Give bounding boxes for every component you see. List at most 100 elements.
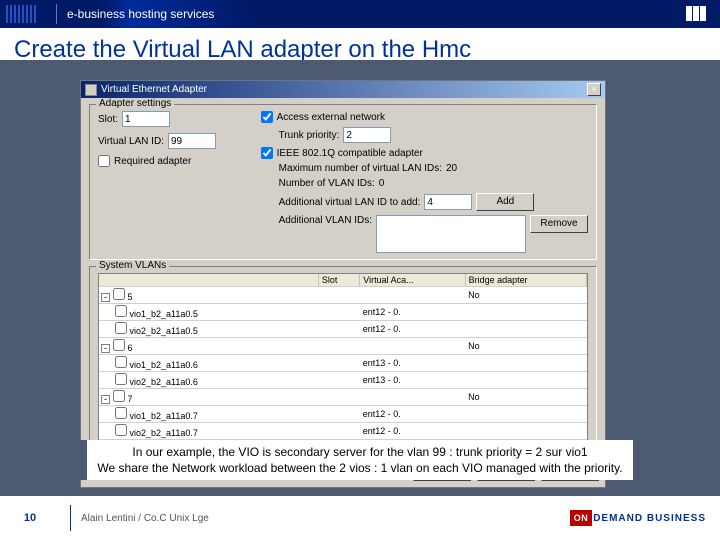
table-row[interactable]: vio1_b2_a11a0.6 ent13 - 0. xyxy=(99,355,587,372)
dialog-titlebar[interactable]: Virtual Ethernet Adapter × xyxy=(81,81,605,98)
ibm-logo xyxy=(686,6,706,21)
table-row[interactable]: vio1_b2_a11a0.5 ent12 - 0. xyxy=(99,304,587,321)
tree-toggle-icon[interactable]: - xyxy=(101,293,110,302)
cell-bridge xyxy=(465,423,586,440)
col-bridge[interactable]: Bridge adapter xyxy=(465,274,586,287)
banner-tagline: e-business hosting services xyxy=(67,7,214,21)
row-label: vio2_b2_a11a0.7 xyxy=(127,428,198,438)
business-badge: DEMAND BUSINESS xyxy=(593,513,706,524)
row-checkbox[interactable] xyxy=(115,322,127,334)
cell-vaca: ent13 - 0. xyxy=(360,372,465,389)
row-checkbox[interactable] xyxy=(113,288,125,300)
cell-slot xyxy=(318,338,359,355)
cell-slot xyxy=(318,304,359,321)
row-label: vio2_b2_a11a0.6 xyxy=(127,377,198,387)
cell-slot xyxy=(318,372,359,389)
footer-author: Alain Lentini / Co.C Unix Lge xyxy=(81,513,209,524)
row-checkbox[interactable] xyxy=(113,339,125,351)
add-vlan-label: Additional virtual LAN ID to add: xyxy=(279,197,421,208)
adapter-settings-label: Adapter settings xyxy=(96,98,174,109)
trunk-input[interactable] xyxy=(343,127,391,143)
remove-button[interactable]: Remove xyxy=(530,215,588,233)
system-vlans-group: System VLANs Slot Virtual Aca... Bridge … xyxy=(89,266,597,448)
row-checkbox[interactable] xyxy=(115,305,127,317)
system-vlans-table[interactable]: Slot Virtual Aca... Bridge adapter - 5 No… xyxy=(98,273,588,441)
table-row[interactable]: vio1_b2_a11a0.7 ent12 - 0. xyxy=(99,406,587,423)
row-label: 5 xyxy=(125,292,133,302)
cell-bridge xyxy=(465,355,586,372)
dialog-title-text: Virtual Ethernet Adapter xyxy=(101,84,207,95)
table-row[interactable]: vio2_b2_a11a0.5 ent12 - 0. xyxy=(99,321,587,338)
slide-banner: e-business hosting services xyxy=(0,0,720,28)
required-label: Required adapter xyxy=(114,156,191,167)
cell-vaca: ent12 - 0. xyxy=(360,304,465,321)
vlan-id-input[interactable] xyxy=(168,133,216,149)
add-button[interactable]: Add xyxy=(476,193,534,211)
cell-vaca xyxy=(360,389,465,406)
col-slot[interactable]: Slot xyxy=(318,274,359,287)
vea-dialog: Virtual Ethernet Adapter × Adapter setti… xyxy=(80,80,606,488)
row-label: vio2_b2_a11a0.5 xyxy=(127,326,198,336)
vlan-id-label: Virtual LAN ID: xyxy=(98,136,164,147)
cell-vaca: ent12 - 0. xyxy=(360,423,465,440)
add-vlan-input[interactable] xyxy=(424,194,472,210)
slide-caption: In our example, the VIO is secondary ser… xyxy=(0,440,720,480)
cell-bridge: No xyxy=(465,389,586,406)
table-row[interactable]: vio2_b2_a11a0.6 ent13 - 0. xyxy=(99,372,587,389)
table-row[interactable]: - 7 No xyxy=(99,389,587,406)
cell-bridge xyxy=(465,321,586,338)
row-label: vio1_b2_a11a0.5 xyxy=(127,309,198,319)
cell-bridge: No xyxy=(465,287,586,304)
table-row[interactable]: - 6 No xyxy=(99,338,587,355)
row-checkbox[interactable] xyxy=(115,407,127,419)
ondemand-badge: ON xyxy=(570,510,593,526)
table-row[interactable]: vio2_b2_a11a0.7 ent12 - 0. xyxy=(99,423,587,440)
max-vlans-label: Maximum number of virtual LAN IDs: xyxy=(279,163,442,174)
tree-toggle-icon[interactable]: - xyxy=(101,344,110,353)
additional-list-label: Additional VLAN IDs: xyxy=(279,215,372,226)
page-number: 10 xyxy=(0,512,60,524)
cell-slot xyxy=(318,423,359,440)
slot-input[interactable] xyxy=(122,111,170,127)
caption-line1: In our example, the VIO is secondary ser… xyxy=(97,444,622,460)
row-label: vio1_b2_a11a0.7 xyxy=(127,411,198,421)
cell-bridge xyxy=(465,406,586,423)
ieee-label: IEEE 802.1Q compatible adapter xyxy=(277,148,423,159)
slide-footer: 10 Alain Lentini / Co.C Unix Lge ON DEMA… xyxy=(0,496,720,540)
cell-bridge xyxy=(465,304,586,321)
access-ext-checkbox[interactable] xyxy=(261,111,273,123)
table-row[interactable]: - 5 No xyxy=(99,287,587,304)
row-label: 6 xyxy=(125,343,133,353)
cell-vaca: ent12 - 0. xyxy=(360,321,465,338)
row-label: vio1_b2_a11a0.6 xyxy=(127,360,198,370)
num-vlans-label: Number of VLAN IDs: xyxy=(279,178,375,189)
ieee-checkbox[interactable] xyxy=(261,147,273,159)
cell-vaca: ent12 - 0. xyxy=(360,406,465,423)
adapter-settings-group: Adapter settings Slot: Virtual LAN ID: xyxy=(89,104,597,260)
close-icon[interactable]: × xyxy=(587,83,601,96)
additional-vlan-list[interactable] xyxy=(376,215,526,253)
footer-divider xyxy=(70,505,71,531)
cell-vaca: ent13 - 0. xyxy=(360,355,465,372)
row-checkbox[interactable] xyxy=(115,424,127,436)
tree-toggle-icon[interactable]: - xyxy=(101,395,110,404)
banner-divider xyxy=(56,4,57,24)
col-vaca[interactable]: Virtual Aca... xyxy=(360,274,465,287)
row-checkbox[interactable] xyxy=(113,390,125,402)
cell-slot xyxy=(318,355,359,372)
row-checkbox[interactable] xyxy=(115,373,127,385)
cell-bridge xyxy=(465,372,586,389)
cell-bridge: No xyxy=(465,338,586,355)
cell-slot xyxy=(318,287,359,304)
row-label: 7 xyxy=(125,394,133,404)
required-checkbox[interactable] xyxy=(98,155,110,167)
max-vlans-value: 20 xyxy=(446,163,457,174)
num-vlans-value: 0 xyxy=(379,178,385,189)
banner-stripes xyxy=(6,5,36,23)
slot-label: Slot: xyxy=(98,114,118,125)
cell-slot xyxy=(318,406,359,423)
cell-slot xyxy=(318,321,359,338)
system-vlans-label: System VLANs xyxy=(96,260,169,271)
row-checkbox[interactable] xyxy=(115,356,127,368)
window-icon xyxy=(85,84,97,96)
